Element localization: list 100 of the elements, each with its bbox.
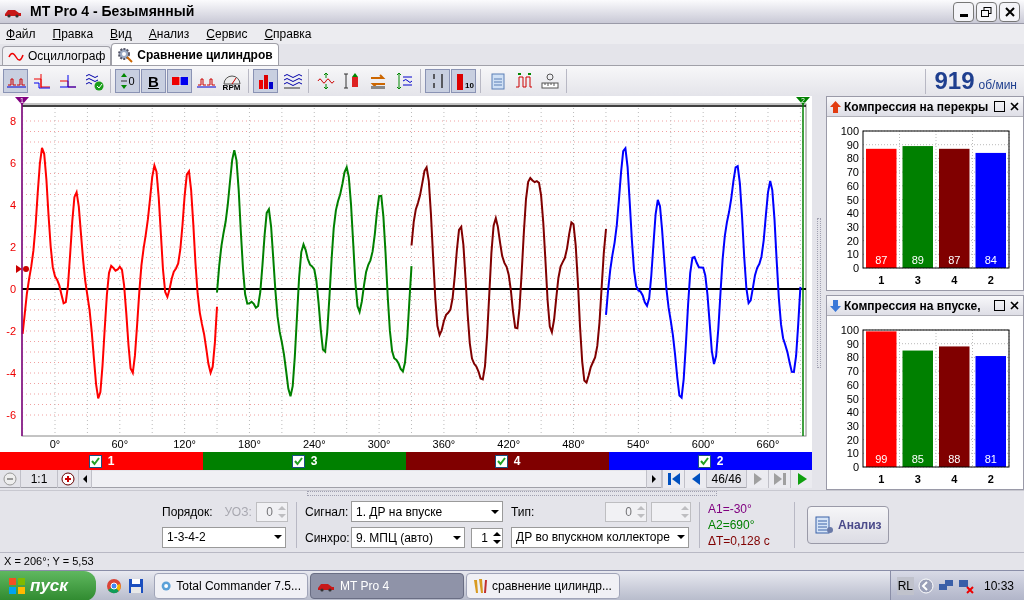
toolbar-button[interactable] [167,69,192,93]
zoom-in-button[interactable] [58,469,78,488]
axis-tick-label: 80 [846,151,859,164]
axis-tick-label: 540° [627,438,650,450]
network-disconnected-icon[interactable] [957,577,974,594]
axis-tick-label: 30 [846,220,859,233]
chevron-left-icon[interactable] [917,577,934,594]
updown-wave-icon [315,71,336,91]
menu-item[interactable]: Анализ [148,25,190,43]
bar-value-label: 81 [984,452,997,465]
field-label: Синхро: [305,529,349,547]
restore-button[interactable] [976,1,997,22]
toolbar-button[interactable]: B [141,69,166,93]
axis-tick-label: 90 [846,138,859,151]
floppy-icon[interactable] [128,577,144,594]
dropdown-value: ДР во впускном коллекторе [516,529,671,546]
checkbox[interactable] [88,454,102,468]
check-icon [699,456,709,466]
axis-tick-label: 0 [852,460,859,473]
field-label: Сигнал: [305,503,349,521]
bar-value-label: 88 [948,452,961,465]
check-icon [496,456,506,466]
dropdown-field[interactable]: 9. МПЦ (авто) [351,527,465,548]
dropdown-field[interactable]: ДР во впускном коллекторе [511,526,689,548]
menu-item[interactable]: Справка [264,25,312,43]
axis-tick-label: 20 [846,234,859,247]
toolbar-button[interactable]: RPM [219,69,244,93]
maximize-button[interactable] [994,300,1005,311]
toolbar-button[interactable] [425,69,450,93]
splitter-grip[interactable] [817,218,821,368]
axis-tick-label: 90 [846,337,859,350]
axis-tick-label: 660° [756,438,780,450]
bar-value-label: 89 [911,253,924,266]
axis-tick-label: 6 [9,157,16,169]
tab[interactable]: Сравнение цилиндров [111,43,279,65]
zoom-out-button[interactable] [0,469,20,488]
toolbar-button[interactable] [253,69,278,93]
browser-icon[interactable] [106,577,122,594]
axis-tick-label: 30 [846,419,859,432]
menu-item[interactable]: Сервис [206,25,248,43]
axis-tick-label: 240° [302,438,326,450]
axis-tick-label: 10 [846,247,859,260]
axis-tick-label: 2 [9,241,16,253]
toolbar-button[interactable]: 10 [451,69,476,93]
icon-label: 0 [128,75,135,87]
splitter-grip[interactable] [307,491,717,496]
icon-label: B [148,73,159,89]
status-text: X = 206°; Y = 5,53 [4,554,94,570]
plus-circle-icon [61,471,75,486]
toolbar-button[interactable]: 0 [115,69,140,93]
dropdown-field[interactable]: 1-3-4-2 [162,526,286,548]
waves-check-icon [83,71,104,91]
tab[interactable]: Осциллограф [2,46,112,65]
dropdown-field[interactable]: 1. ДР на впуске [351,501,503,522]
axis-tick-label: 100 [840,124,859,137]
maximize-button[interactable] [994,101,1005,112]
menu-item[interactable]: Файл [6,25,36,43]
axis-tick-label: 0 [852,261,859,274]
spin-value: 0 [624,503,633,521]
spin-arrows-icon [636,503,646,520]
close-icon [1009,301,1019,310]
check-icon [293,456,303,466]
field-label: Порядок: [162,503,214,521]
axis-tick-label: 50 [846,193,859,205]
axis-tick-label: 20 [846,433,859,446]
checkbox[interactable] [494,454,508,468]
checkbox[interactable] [697,454,711,468]
axis-tick-label: 600° [691,438,715,450]
menu-item[interactable]: Правка [52,25,94,43]
taskbar-button[interactable]: Total Commander 7.5... [154,572,308,599]
trigger-marker-icon[interactable] [16,265,29,273]
axis-tick-label: 80 [846,350,859,363]
windows-logo-icon [8,576,26,595]
close-button[interactable] [1008,299,1020,312]
axis-tick-label: 50 [846,392,859,404]
field-label: УОЗ: [224,503,252,521]
checkbox[interactable] [291,454,305,468]
close-button[interactable] [999,1,1020,22]
dropdown-value: 1-3-4-2 [167,529,207,546]
taskbar-button[interactable]: сравнение цилиндр... [466,572,620,599]
updown-arrows-icon [120,72,129,90]
readout-text: A1=-30° [708,500,753,517]
axis-tick-label: 4 [9,199,16,211]
axis-tick-label: -4 [6,367,16,379]
spin-arrows-icon [680,503,690,520]
window-title: MT Pro 4 - Безымянный [30,2,196,21]
bar-value-label: 85 [911,452,924,465]
waves-icon [281,71,302,91]
menu-item[interactable]: Вид [110,25,132,43]
gear-icon [117,46,134,63]
axis-tick-label: 300° [367,438,391,450]
clock-time: 10:33 [983,577,1014,595]
axis-tick-label: 70 [846,165,859,178]
language-indicator[interactable]: RL [896,576,914,595]
calculator-icon [814,514,834,535]
spin-field[interactable]: 1 [471,527,503,548]
analyze-button[interactable]: Анализ [807,505,889,544]
minimize-button[interactable] [953,1,974,22]
dropdown-value: 1. ДР на впуске [356,503,444,521]
close-button[interactable] [1008,100,1020,113]
